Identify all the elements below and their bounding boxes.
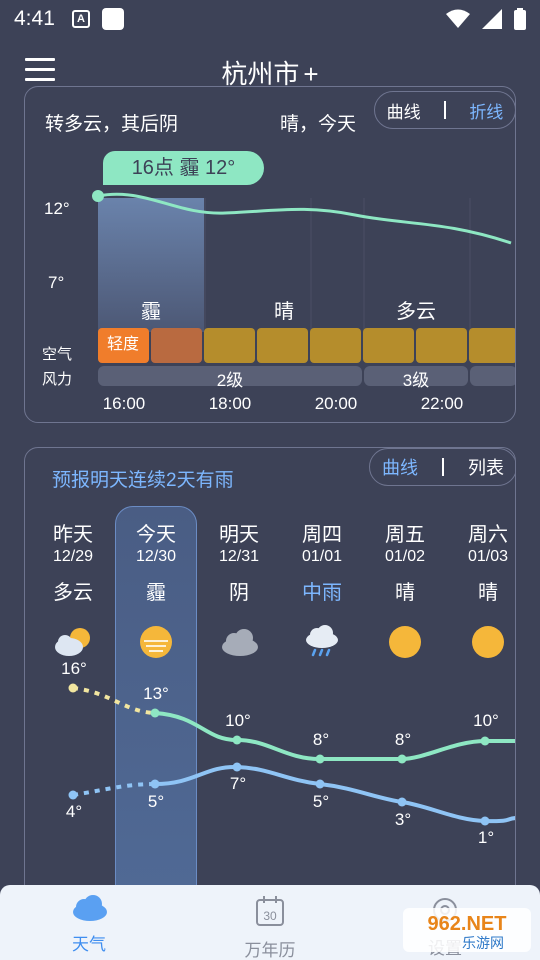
nav-weather-label: 天气 [72,935,106,954]
low-temp-label: 3° [394,810,412,829]
status-time: 4:41 [14,7,55,30]
aqi-bar [204,328,255,363]
time-label: 16:00 [102,394,146,413]
time-label: 22:00 [420,394,464,413]
calendar-day-text: 30 [263,909,277,923]
time-label: 18:00 [208,394,252,413]
signal-icon [482,9,502,29]
status-bar: 4:41 A [0,0,540,38]
hourly-cond-haze: 霾 [141,301,161,323]
hourly-cond-sunny: 晴 [274,301,294,323]
cloud-icon [73,895,107,921]
temp-tick-high: 12° [44,199,70,218]
nav-calendar[interactable]: 30 万年历 [225,895,315,960]
aqi-bar [416,328,467,363]
site-watermark-logo: 962.NET 乐游网 [403,908,531,952]
wind-level-text: 2级 [216,371,244,390]
temp-tick-low: 7° [48,273,65,292]
high-temp-label: 8° [394,730,412,749]
wind-label: 风力 [42,371,73,388]
aqi-level-text: 轻度 [107,336,140,353]
calendar-icon: 30 [256,896,284,926]
high-temp-label: 8° [312,730,330,749]
low-temp-label: 5° [147,792,165,811]
low-temp-label: 7° [229,774,247,793]
notification-square-icon [102,8,124,30]
aqi-bar [151,328,202,363]
high-temp-label: 13° [143,684,169,703]
high-temp-label: 10° [473,711,499,730]
hourly-cond-cloudy: 多云 [396,301,436,323]
wifi-icon [446,9,470,28]
battery-icon [514,8,526,30]
aqi-bar [310,328,361,363]
add-city-icon[interactable]: + [303,59,318,89]
low-temp-label: 1° [477,828,495,847]
svg-text:962.NET: 962.NET [428,913,507,935]
high-temp-label: 10° [225,711,251,730]
nav-calendar-label: 万年历 [244,941,296,960]
air-quality-label: 空气 [42,346,73,363]
aqi-bar [257,328,308,363]
time-label: 20:00 [314,394,358,413]
wind-bar [470,366,515,386]
daily-forecast-card: 预报明天连续2天有雨 曲线 列表 昨天 12/29 多云 今天 12/30 霾 … [24,447,516,907]
wind-level-text: 3级 [402,371,430,390]
aqi-bar [469,328,515,363]
city-name: 杭州市 [221,59,300,89]
aqi-bar [363,328,414,363]
hourly-forecast-card: 转多云，其后阴 晴，今天 曲线 折线 16点 霾 12° 12° 7° 霾 晴 … [24,86,516,423]
hourly-tooltip: 16点 霾 12° [103,151,264,185]
svg-text:乐游网: 乐游网 [462,935,504,951]
selected-hour-point [92,190,104,202]
accessibility-a-icon: A [72,10,90,28]
high-temp-label: 16° [61,659,87,678]
low-temp-label: 5° [312,792,330,811]
nav-weather[interactable]: 天气 [44,895,134,955]
low-temp-label: 4° [65,802,83,821]
